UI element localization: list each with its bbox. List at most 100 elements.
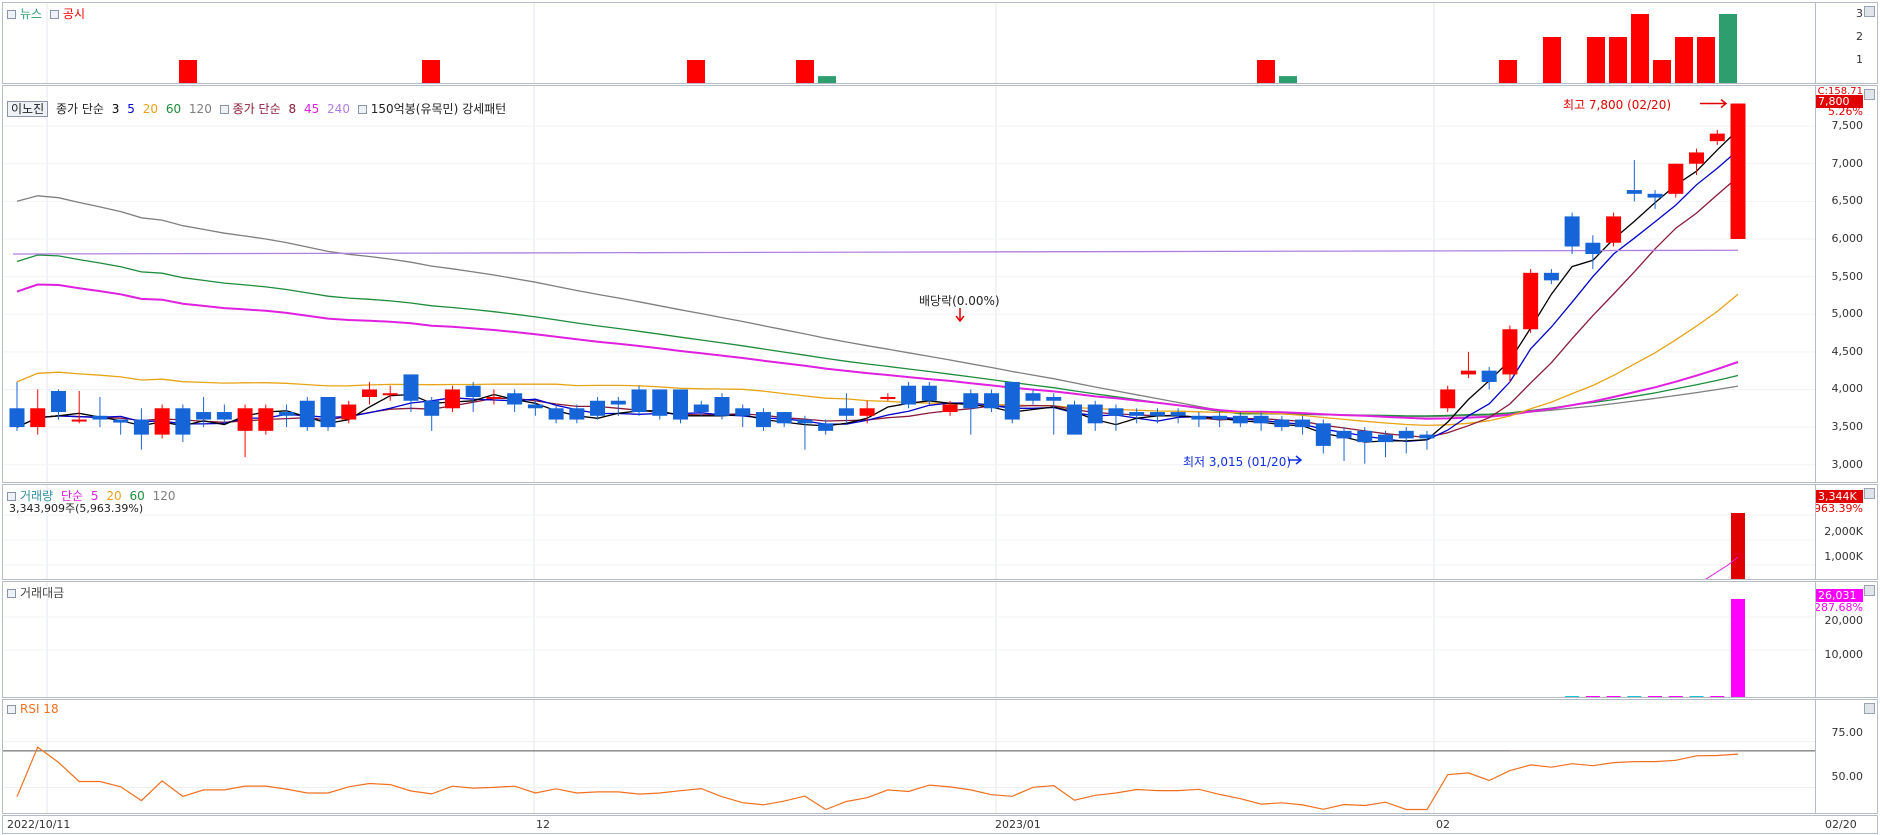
volume-axis: 3,344K 5963.39% 2,000K 1,000K <box>1816 484 1878 580</box>
amount-bar <box>591 698 605 699</box>
price-tick: 7,500 <box>1831 119 1864 133</box>
amount-bar <box>300 698 314 699</box>
ma-240-line <box>12 249 1739 255</box>
ma-period-120: 120 <box>188 102 212 116</box>
amount-bar <box>1668 696 1683 697</box>
date-label-jan: 2023/01 <box>995 818 1041 831</box>
collapse-news-button[interactable] <box>1864 6 1875 17</box>
price-tick: 6,500 <box>1831 194 1864 208</box>
rsi-toggle[interactable] <box>7 705 16 714</box>
rsi-axis: 75.00 50.00 <box>1816 699 1878 814</box>
amount-bar <box>362 698 376 699</box>
collapse-price-button[interactable] <box>1864 89 1875 100</box>
price-axis: C:158.71 7,800 5.26% 7,500 7,000 6,500 6,00… <box>1816 85 1878 483</box>
candle <box>1253 415 1269 424</box>
ma-label[interactable]: 종가 단순 <box>56 102 104 116</box>
candle <box>1212 415 1228 420</box>
amount-bar <box>1544 698 1558 699</box>
amount-bar <box>238 698 252 699</box>
stock-name-box[interactable]: 이노진 <box>7 101 49 117</box>
news-bar <box>1587 37 1605 83</box>
ma2-label[interactable]: 종가 단순 <box>233 102 281 116</box>
amount-bar <box>1565 696 1580 697</box>
price-tick: 3,500 <box>1831 420 1864 434</box>
ma-60-line <box>16 254 1739 417</box>
ma2-toggle[interactable] <box>219 105 229 114</box>
candle <box>1295 419 1311 428</box>
amount-bar <box>1503 698 1517 699</box>
candle <box>1668 163 1684 194</box>
amount-bar <box>881 698 895 699</box>
amount-bar <box>1441 698 1455 699</box>
amount-bar <box>487 698 501 699</box>
candle <box>1440 389 1456 409</box>
candle <box>444 389 460 409</box>
candle <box>880 396 896 399</box>
amount-bar <box>570 698 584 699</box>
amount-axis: 26,031 6287.68% 20,000 10,000 <box>1816 581 1878 698</box>
candle <box>1606 216 1622 243</box>
candle <box>237 408 253 431</box>
candle <box>50 390 66 413</box>
candle <box>1274 419 1290 428</box>
date-label-end: 02/20 <box>1825 818 1857 831</box>
news-panel: 뉴스 공시 <box>2 2 1816 84</box>
high-arrow <box>1700 98 1728 109</box>
amount-bar <box>1213 698 1227 699</box>
rsi-tick: 50.00 <box>1831 770 1864 783</box>
candle <box>320 396 336 428</box>
amount-bar <box>321 698 335 699</box>
price-tick: 4,500 <box>1831 344 1864 358</box>
news-bar <box>1675 37 1693 83</box>
candle <box>71 419 87 422</box>
candle <box>942 404 958 413</box>
collapse-rsi-button[interactable] <box>1864 703 1875 714</box>
candle <box>1460 370 1476 375</box>
date-label-dec: 12 <box>536 818 550 831</box>
candle <box>507 393 523 405</box>
rsi-legend: RSI 18 <box>7 702 63 716</box>
low-annotation: 최저 3,015 (01/20) <box>1183 455 1292 469</box>
amount-bar <box>674 698 688 699</box>
candle <box>92 415 108 420</box>
candle <box>673 389 689 420</box>
amount-bar <box>1648 696 1663 697</box>
volume-pct: 5963.39% <box>1816 502 1863 515</box>
ma-8-line <box>16 176 1739 439</box>
amount-bar <box>342 698 356 699</box>
amount-toggle[interactable] <box>7 589 16 598</box>
candle <box>196 412 212 420</box>
amount-bar <box>1047 698 1061 699</box>
amount-bar <box>404 698 418 699</box>
price-legend: 이노진 종가 단순 3 5 20 60 120 종가 단순 8 45 240 1… <box>7 100 510 117</box>
collapse-volume-button[interactable] <box>1864 488 1875 499</box>
news-bar <box>1499 60 1517 83</box>
candle <box>901 385 917 405</box>
news-bar <box>1653 60 1671 83</box>
amount-bar <box>756 698 770 699</box>
amount-bar <box>10 698 24 699</box>
pattern-toggle[interactable] <box>357 105 367 114</box>
amount-tick: 20,000 <box>1824 614 1864 627</box>
news-tick: 3 <box>1856 7 1863 20</box>
candle <box>1191 415 1207 420</box>
rsi-label[interactable]: RSI 18 <box>20 702 59 716</box>
candle <box>133 419 149 435</box>
candle <box>610 400 626 405</box>
amount-bar <box>1296 698 1310 699</box>
candle <box>1626 190 1642 194</box>
candle <box>361 389 377 397</box>
candle <box>1315 423 1331 446</box>
amount-label[interactable]: 거래대금 <box>20 586 64 600</box>
candle <box>1336 430 1352 439</box>
candle <box>279 412 295 416</box>
amount-bar <box>93 698 107 699</box>
collapse-amount-button[interactable] <box>1864 585 1875 596</box>
candle <box>1709 133 1725 142</box>
pattern-label[interactable]: 150억봉(유목민) 강세패턴 <box>371 102 506 116</box>
candle <box>30 408 46 428</box>
amount-bar <box>860 698 874 699</box>
price-chart[interactable] <box>3 86 1816 483</box>
amount-bar <box>134 698 148 699</box>
news-bar <box>1631 14 1649 83</box>
